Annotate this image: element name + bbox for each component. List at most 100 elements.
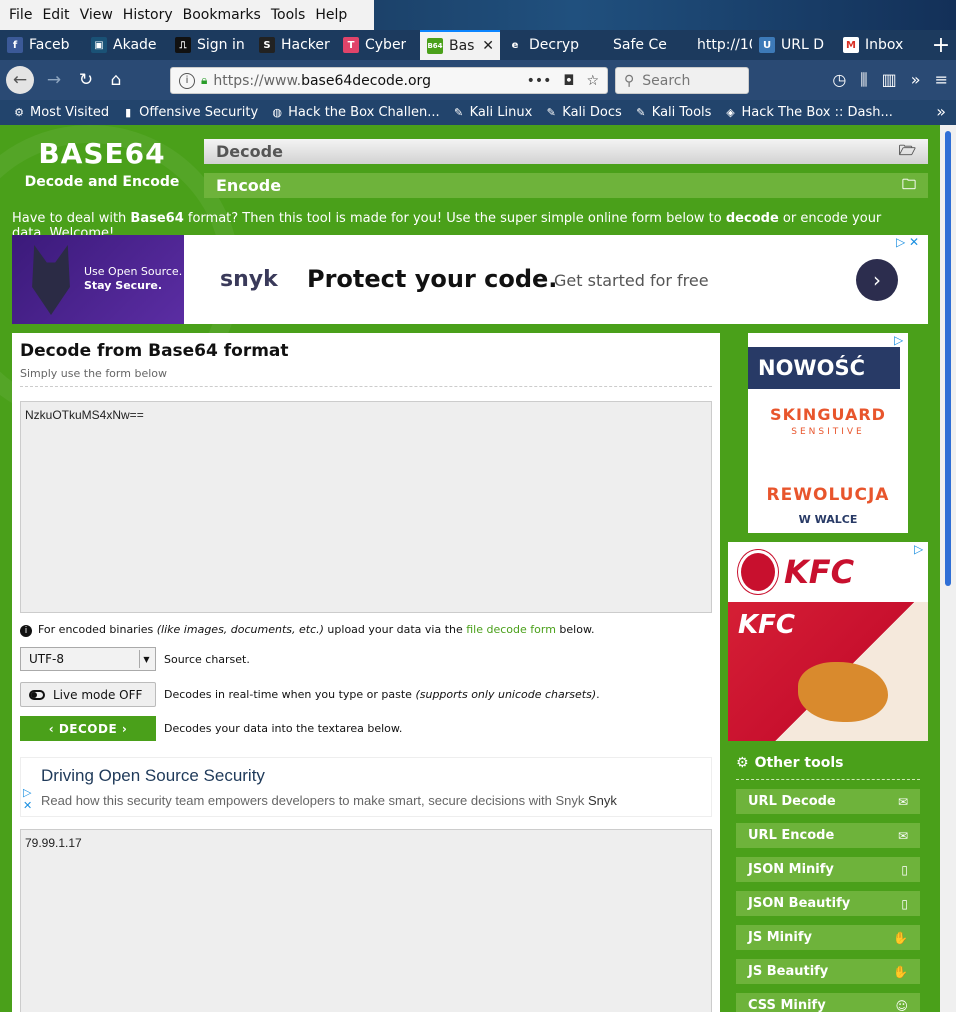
htb-icon: ◈ — [726, 106, 735, 119]
adchoices-icon[interactable]: ▷ — [914, 542, 923, 556]
tab-label: URL D — [781, 37, 825, 53]
input-textarea[interactable]: NzkuOTkuMS4xNw== — [20, 401, 712, 613]
adchoices-icon[interactable]: ▷ ✕ — [896, 235, 919, 249]
menu-item-tools[interactable]: Tools — [271, 7, 306, 23]
scrollbar-thumb[interactable] — [945, 131, 951, 586]
back-button[interactable]: ← — [6, 66, 34, 94]
divider — [20, 386, 712, 387]
decode-desc: Decodes your data into the textarea belo… — [164, 722, 403, 735]
tool-link-css-minify[interactable]: CSS Minify ☺ — [736, 993, 920, 1012]
tab-1[interactable]: ▣ Akade — [84, 30, 168, 60]
overflow-icon[interactable]: » — [911, 70, 921, 90]
encode-nav-tab[interactable]: Encode 🗀︎ — [204, 173, 928, 198]
tab-5[interactable]: B64 Bas ✕ — [420, 30, 500, 60]
tab-label: Hacker — [281, 37, 330, 53]
logo-subtitle: Decode and Encode — [24, 174, 180, 190]
star-icon[interactable]: ☆ — [586, 73, 599, 89]
bookmarks-overflow-icon[interactable]: » — [936, 102, 946, 121]
gear-icon: ⚙ — [736, 755, 749, 771]
intro-bold-base64: Base64 — [130, 211, 184, 226]
bookmark-item[interactable]: ✎ Kali Tools — [634, 105, 711, 120]
library-icon[interactable]: ⫼ — [860, 70, 867, 90]
reload-button[interactable]: ↻ — [72, 66, 100, 94]
note-post: below. — [555, 623, 595, 636]
text-ad-title[interactable]: Driving Open Source Security — [41, 766, 265, 786]
tool-link-url-encode[interactable]: URL Encode ✉ — [736, 823, 920, 848]
file-decode-link[interactable]: file decode form — [466, 623, 556, 636]
gear-icon: ⚙ — [14, 106, 24, 119]
bookmark-item[interactable]: ▮ Offensive Security — [121, 105, 258, 120]
url-host: base64decode.org — [301, 72, 431, 89]
decode-nav-tab[interactable]: Decode 🗁︎ — [204, 139, 928, 164]
tool-link-js-minify[interactable]: JS Minify ✋ — [736, 925, 920, 950]
intro-pre: Have to deal with — [12, 211, 131, 226]
tab-0[interactable]: f Faceb — [0, 30, 84, 60]
adchoices-icon[interactable]: ▷ ✕ — [23, 786, 32, 812]
ad-rewolucja-text: REWOLUCJA — [766, 485, 890, 505]
tab-label: Inbox — [865, 37, 904, 53]
menu-item-edit[interactable]: Edit — [42, 7, 69, 23]
charset-select[interactable]: UTF-8 ▼ — [20, 647, 156, 671]
tool-label: URL Encode — [748, 828, 835, 843]
info-circle-icon: i — [20, 625, 32, 637]
menu-item-help[interactable]: Help — [315, 7, 347, 23]
menu-item-view[interactable]: View — [80, 7, 113, 23]
sidebar-icon[interactable]: ▥ — [882, 70, 897, 90]
tab-2[interactable]: ⎍ Sign in — [168, 30, 252, 60]
tool-label: JSON Minify — [748, 862, 834, 877]
tab-favicon-icon — [591, 37, 607, 53]
hamburger-menu-icon[interactable]: ≡ — [935, 70, 948, 90]
page-scrollbar[interactable] — [940, 125, 956, 1012]
tab-3[interactable]: S Hacker — [252, 30, 336, 60]
info-icon[interactable]: i — [179, 72, 195, 89]
text-ad-desc: Read how this security team empowers dev… — [41, 793, 617, 808]
new-tab-button[interactable]: + — [926, 30, 956, 60]
tab-favicon-icon: M — [843, 37, 859, 53]
tab-7[interactable]: Safe Cent — [584, 30, 668, 60]
pocket-icon[interactable]: ◘ — [563, 73, 574, 89]
tool-link-js-beautify[interactable]: JS Beautify ✋ — [736, 959, 920, 984]
output-textarea[interactable]: 79.99.1.17 — [20, 829, 712, 1012]
forward-button[interactable]: → — [40, 66, 68, 94]
decode-button[interactable]: ‹ DECODE › — [20, 716, 156, 741]
menu-item-bookmarks[interactable]: Bookmarks — [183, 7, 261, 23]
banner-ad-subline: Get started for free — [554, 271, 709, 290]
page-actions-icon[interactable]: ••• — [527, 73, 552, 89]
side-ad-kfc[interactable]: KFC KFC ▷ — [728, 542, 928, 741]
tab-6[interactable]: e Decryp — [500, 30, 584, 60]
menu-item-file[interactable]: File — [9, 7, 32, 23]
tab-9[interactable]: U URL D — [752, 30, 836, 60]
tab-8[interactable]: http://10 — [668, 30, 752, 60]
tab-10[interactable]: M Inbox — [836, 30, 920, 60]
other-tools-header: ⚙ Other tools — [736, 755, 920, 780]
url-bar[interactable]: i 🔒︎ https://www. base64decode.org ••• ◘ … — [170, 67, 608, 94]
tab-4[interactable]: T Cyber — [336, 30, 420, 60]
bookmark-item[interactable]: ✎ Kali Docs — [544, 105, 622, 120]
menu-item-history[interactable]: History — [123, 7, 173, 23]
text-ad[interactable]: ▷ ✕ Driving Open Source Security Read how… — [20, 757, 712, 817]
colonel-logo — [738, 550, 778, 594]
bookmark-item[interactable]: ◈ Hack The Box :: Dash... — [723, 105, 893, 120]
logo-title: BASE64 — [38, 137, 166, 170]
decode-panel: Decode from Base64 format Simply use the… — [12, 333, 720, 1012]
tool-link-url-decode[interactable]: URL Decode ✉ — [736, 789, 920, 814]
text-ad-brand: Snyk — [587, 793, 617, 808]
site-logo[interactable]: BASE64 Decode and Encode — [12, 137, 192, 190]
banner-ad-go-button[interactable]: › — [856, 259, 898, 301]
bookmark-item[interactable]: ◍ Hack the Box Challen... — [270, 105, 439, 120]
tool-link-json-minify[interactable]: JSON Minify ▯ — [736, 857, 920, 882]
bookmark-item[interactable]: ⚙ Most Visited — [12, 105, 109, 120]
tool-link-json-beautify[interactable]: JSON Beautify ▯ — [736, 891, 920, 916]
note-mid: upload your data via the — [323, 623, 467, 636]
banner-ad[interactable]: Use Open Source. Stay Secure. snyk Prote… — [12, 235, 928, 324]
history-clock-icon[interactable]: ◷ — [832, 70, 846, 90]
side-ad-skinguard[interactable]: NOWOŚĆ SKINGUARD SENSITIVE REWOLUCJA W W… — [748, 333, 908, 533]
adchoices-icon[interactable]: ▷ — [894, 333, 903, 347]
home-button[interactable]: ⌂ — [102, 66, 130, 94]
search-input[interactable]: ⚲ Search — [615, 67, 749, 94]
close-tab-icon[interactable]: ✕ — [482, 38, 494, 54]
bookmark-item[interactable]: ✎ Kali Linux — [452, 105, 532, 120]
snyk-dog-logo — [32, 245, 70, 315]
ad-walce-text: W WALCE — [798, 513, 858, 526]
live-mode-toggle[interactable]: Live mode OFF — [20, 682, 156, 707]
